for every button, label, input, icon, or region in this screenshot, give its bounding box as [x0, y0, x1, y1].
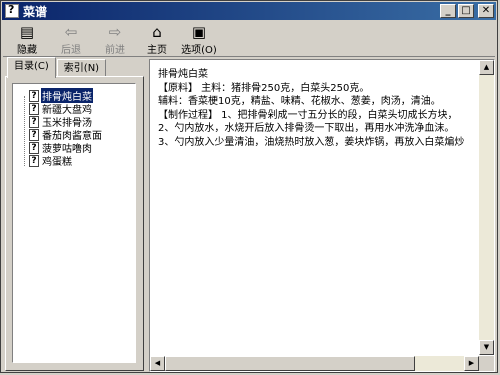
scroll-corner — [479, 356, 494, 371]
topic-title: 排骨炖白菜 — [158, 69, 208, 80]
horizontal-scrollbar[interactable]: ◀ ▶ — [150, 356, 479, 371]
contents-tree: ? 排骨炖白菜 ? 新疆大盘鸡 ? 玉米排骨汤 ? 番茄肉酱意面 ? 菠萝咕噜肉… — [12, 83, 136, 363]
options-button[interactable]: ▣ 选项(O) — [177, 24, 221, 56]
vertical-scrollbar[interactable]: ▲ ▼ — [479, 60, 494, 355]
topic-line: 辅料：香菜梗10克，精盐、味精、花椒水、葱姜，肉汤，清油。 — [158, 96, 441, 107]
scroll-left-button[interactable]: ◀ — [150, 356, 165, 371]
hide-button[interactable]: ▤ 隐藏 — [5, 24, 49, 56]
scroll-right-button[interactable]: ▶ — [464, 356, 479, 371]
tab-contents[interactable]: 目录(C) — [7, 57, 56, 78]
scroll-down-button[interactable]: ▼ — [479, 340, 494, 355]
topic-line: 【制作过程】 1、把排骨剁成一寸五分长的段，白菜头切成长方块， — [158, 109, 458, 121]
forward-arrow-icon: ⇨ — [108, 23, 122, 41]
toolbar: ▤ 隐藏 ⇦ 后退 ⇨ 前进 ⌂ 主页 ▣ 选项(O) — [3, 22, 495, 57]
minimize-button[interactable]: _ — [440, 4, 456, 18]
topic-line: 3、勺内放入少量清油，油烧热时放入葱，姜块炸锅，再放入白菜煸炒 — [158, 136, 465, 148]
topic-text: 排骨炖白菜 【原料】 主料：猪排骨250克，白菜头250克。 辅料：香菜梗10克… — [158, 68, 478, 149]
horizontal-scroll-thumb[interactable] — [165, 356, 415, 371]
title-bar[interactable]: 菜谱 _ □ ✕ — [2, 2, 496, 20]
home-button[interactable]: ⌂ 主页 — [135, 24, 179, 56]
topic-content-pane[interactable]: 排骨炖白菜 【原料】 主料：猪排骨250克，白菜头250克。 辅料：香菜梗10克… — [149, 59, 495, 372]
topic-line: 【原料】 主料：猪排骨250克，白菜头250克。 — [158, 82, 370, 94]
scroll-up-button[interactable]: ▲ — [479, 60, 494, 75]
home-icon: ⌂ — [152, 23, 162, 41]
hide-icon: ▤ — [19, 23, 35, 41]
help-topic-icon: ? — [29, 115, 39, 128]
help-topic-icon: ? — [29, 141, 39, 154]
help-topic-icon: ? — [29, 89, 39, 102]
maximize-button[interactable]: □ — [458, 4, 474, 18]
help-window: 菜谱 _ □ ✕ ▤ 隐藏 ⇦ 后退 ⇨ 前进 ⌂ 主页 ▣ 选项(O) — [0, 0, 498, 373]
back-button[interactable]: ⇦ 后退 — [49, 24, 93, 56]
tree-item-jidangao[interactable]: ? 鸡蛋糕 — [29, 154, 73, 168]
forward-button[interactable]: ⇨ 前进 — [93, 24, 137, 56]
help-topic-icon: ? — [29, 102, 39, 115]
navigation-pane: 目录(C) 索引(N) ? 排骨炖白菜 ? 新疆大盘鸡 ? 玉米排骨汤 ? 番茄… — [5, 57, 144, 371]
window-title: 菜谱 — [23, 4, 48, 19]
topic-line: 2、勺内放水，水烧开后放入排骨烫一下取出，再用水冲洗净血沫。 — [158, 123, 455, 134]
help-topic-icon: ? — [29, 154, 39, 167]
close-button[interactable]: ✕ — [478, 4, 494, 18]
help-topic-icon: ? — [29, 128, 39, 141]
tab-index[interactable]: 索引(N) — [56, 59, 107, 77]
back-arrow-icon: ⇦ — [64, 23, 78, 41]
help-app-icon — [5, 3, 19, 18]
options-icon: ▣ — [191, 23, 207, 41]
